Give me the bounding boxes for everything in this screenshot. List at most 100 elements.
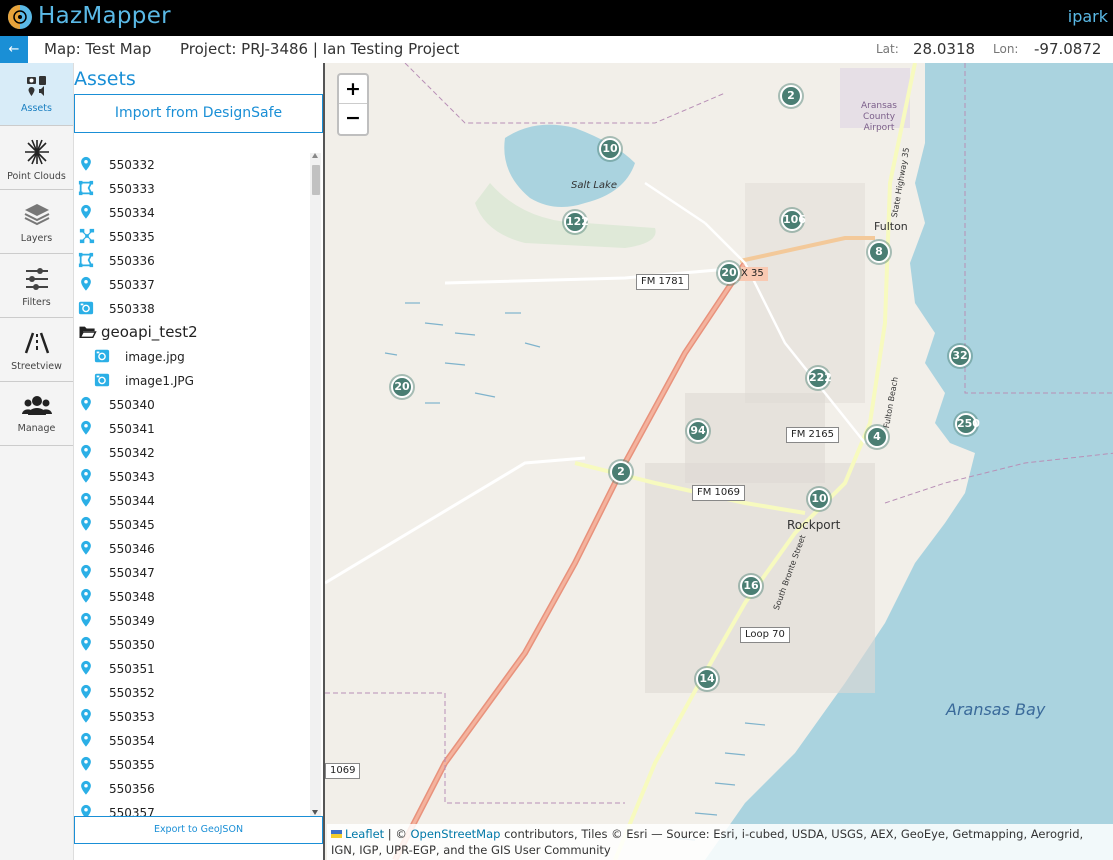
marker-cluster[interactable]: 250 — [955, 413, 980, 435]
asset-row[interactable]: 550354 — [74, 729, 309, 753]
place-label-rockport: Rockport — [787, 518, 841, 532]
map-marker-icon — [78, 636, 96, 654]
marker-cluster[interactable]: 20 — [391, 376, 413, 398]
asset-row[interactable]: 550349 — [74, 609, 309, 633]
asset-row[interactable]: 550342 — [74, 441, 309, 465]
map-basemap[interactable] — [325, 63, 1113, 860]
place-label-airport: Aransas County Airport — [861, 101, 897, 133]
openstreetmap-link[interactable]: OpenStreetMap — [411, 827, 501, 841]
asset-row[interactable]: image.jpg — [74, 345, 309, 369]
asset-row[interactable]: 550346 — [74, 537, 309, 561]
asset-row[interactable]: 550336 — [74, 249, 309, 273]
import-from-designsafe-button[interactable]: Import from DesignSafe — [74, 94, 323, 133]
asset-row-label: 550352 — [109, 686, 155, 700]
map-marker-icon — [78, 156, 96, 174]
asset-row-label: 550357 — [109, 806, 155, 816]
asset-row-label: 550344 — [109, 494, 155, 508]
map-name: Map: Test Map — [44, 40, 152, 58]
asset-row[interactable]: 550335 — [74, 225, 309, 249]
marker-cluster[interactable]: 2 — [780, 85, 802, 107]
asset-row[interactable]: 550352 — [74, 681, 309, 705]
asset-row[interactable]: 550344 — [74, 489, 309, 513]
asset-row[interactable]: 550333 — [74, 177, 309, 201]
asset-row[interactable]: 550350 — [74, 633, 309, 657]
asset-row-label: 550338 — [109, 302, 155, 316]
image-icon — [94, 348, 112, 366]
nav-filters[interactable]: Filters — [0, 255, 73, 318]
scroll-down-arrow-icon[interactable] — [312, 810, 318, 815]
asset-folder-row[interactable]: geoapi_test2 — [74, 321, 309, 345]
marker-cluster[interactable]: 222 — [807, 367, 832, 389]
asset-row[interactable]: 550334 — [74, 201, 309, 225]
asset-row[interactable]: 550355 — [74, 753, 309, 777]
nav-manage[interactable]: Manage — [0, 383, 73, 446]
zoom-in-button[interactable]: + — [339, 75, 367, 104]
top-bar: HazMapper ipark — [0, 0, 1113, 36]
back-button[interactable]: ← — [0, 36, 28, 63]
scroll-thumb[interactable] — [312, 165, 320, 195]
marker-cluster[interactable]: 14 — [696, 668, 718, 690]
asset-row[interactable]: 550337 — [74, 273, 309, 297]
multipoint-icon — [78, 228, 96, 246]
app-brand[interactable]: HazMapper — [38, 3, 171, 29]
marker-cluster[interactable]: 94 — [687, 420, 709, 442]
asset-row[interactable]: 550341 — [74, 417, 309, 441]
map-marker-icon — [78, 444, 96, 462]
nav-streetview[interactable]: Streetview — [0, 319, 73, 382]
marker-cluster[interactable]: 106 — [781, 209, 806, 231]
image-icon — [78, 300, 96, 318]
asset-row[interactable]: 550348 — [74, 585, 309, 609]
nav-layers[interactable]: Layers — [0, 191, 73, 254]
marker-cluster[interactable]: 20 — [718, 262, 740, 284]
panel-title: Assets — [74, 68, 136, 90]
place-label-salt-lake: Salt Lake — [571, 180, 617, 191]
marker-cluster[interactable]: 10 — [599, 138, 621, 160]
nav-point-clouds[interactable]: Point Clouds — [0, 127, 73, 190]
map-marker-icon — [78, 564, 96, 582]
asset-row-label: 550351 — [109, 662, 155, 676]
asset-row[interactable]: 550340 — [74, 393, 309, 417]
asset-row[interactable]: 550343 — [74, 465, 309, 489]
map-marker-icon — [78, 588, 96, 606]
assets-panel: Assets Import from DesignSafe 550332 5503… — [74, 63, 323, 860]
marker-cluster[interactable]: 16 — [740, 575, 762, 597]
road-shield-fm-1781: FM 1781 — [636, 274, 690, 290]
nav-label-point-clouds: Point Clouds — [7, 171, 66, 182]
asset-row-label: 550353 — [109, 710, 155, 724]
asset-row[interactable]: 550345 — [74, 513, 309, 537]
user-menu[interactable]: ipark — [1068, 7, 1108, 26]
asset-row-label: 550332 — [109, 158, 155, 172]
filters-icon — [25, 268, 48, 290]
nav-assets[interactable]: Assets — [0, 63, 73, 126]
asset-row-label: 550342 — [109, 446, 155, 460]
asset-row[interactable]: 550356 — [74, 777, 309, 801]
asset-list-scrollbar[interactable] — [310, 153, 321, 816]
leaflet-link[interactable]: Leaflet — [331, 827, 384, 841]
project-name: Project: PRJ-3486 | Ian Testing Project — [180, 40, 460, 58]
asset-row[interactable]: image1.JPG — [74, 369, 309, 393]
scroll-up-arrow-icon[interactable] — [312, 153, 318, 158]
nav-label-layers: Layers — [20, 233, 53, 244]
marker-cluster[interactable]: 2 — [610, 461, 632, 483]
marker-cluster[interactable]: 8 — [868, 241, 890, 263]
export-geojson-button[interactable]: Export to GeoJSON — [74, 816, 323, 844]
map-marker-icon — [78, 756, 96, 774]
marker-cluster[interactable]: 10 — [808, 488, 830, 510]
road-shield-x35: X 35 — [737, 267, 768, 281]
asset-row[interactable]: 550353 — [74, 705, 309, 729]
marker-cluster[interactable]: 4 — [866, 426, 888, 448]
asset-row-label: 550337 — [109, 278, 155, 292]
marker-cluster[interactable]: 32 — [949, 345, 971, 367]
marker-cluster[interactable]: 122 — [564, 211, 589, 233]
road-shield-fm-1069: FM 1069 — [692, 485, 746, 501]
map-view[interactable]: + − Salt Lake Fulton Rockport Aransas Co… — [323, 63, 1113, 860]
asset-row[interactable]: 550351 — [74, 657, 309, 681]
zoom-out-button[interactable]: − — [339, 104, 367, 133]
info-bar: ← Map: Test Map Project: PRJ-3486 | Ian … — [0, 36, 1113, 63]
asset-row[interactable]: 550332 — [74, 153, 309, 177]
map-marker-icon — [78, 612, 96, 630]
asset-row[interactable]: 550357 — [74, 801, 309, 816]
asset-row[interactable]: 550338 — [74, 297, 309, 321]
asset-row[interactable]: 550347 — [74, 561, 309, 585]
map-marker-icon — [78, 684, 96, 702]
